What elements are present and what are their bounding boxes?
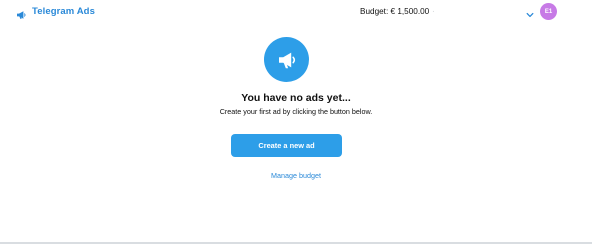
- chevron-down-icon[interactable]: [525, 7, 535, 18]
- empty-state-subtitle: Create your first ad by clicking the but…: [219, 107, 373, 116]
- megaphone-icon: [264, 37, 309, 82]
- app-logo[interactable]: Telegram Ads: [16, 5, 95, 19]
- avatar[interactable]: E1: [540, 3, 557, 20]
- empty-state-title: You have no ads yet...: [241, 92, 351, 104]
- budget-separator: ·: [432, 9, 435, 15]
- create-new-ad-button[interactable]: Create a new ad: [231, 134, 342, 157]
- manage-budget-link[interactable]: Manage budget: [0, 171, 592, 181]
- budget-label: Budget: € 1,500.00: [360, 7, 430, 16]
- budget-display: Budget: € 1,500.00 ·: [360, 5, 434, 19]
- app-name: Telegram Ads: [32, 6, 95, 17]
- megaphone-icon: [16, 7, 26, 19]
